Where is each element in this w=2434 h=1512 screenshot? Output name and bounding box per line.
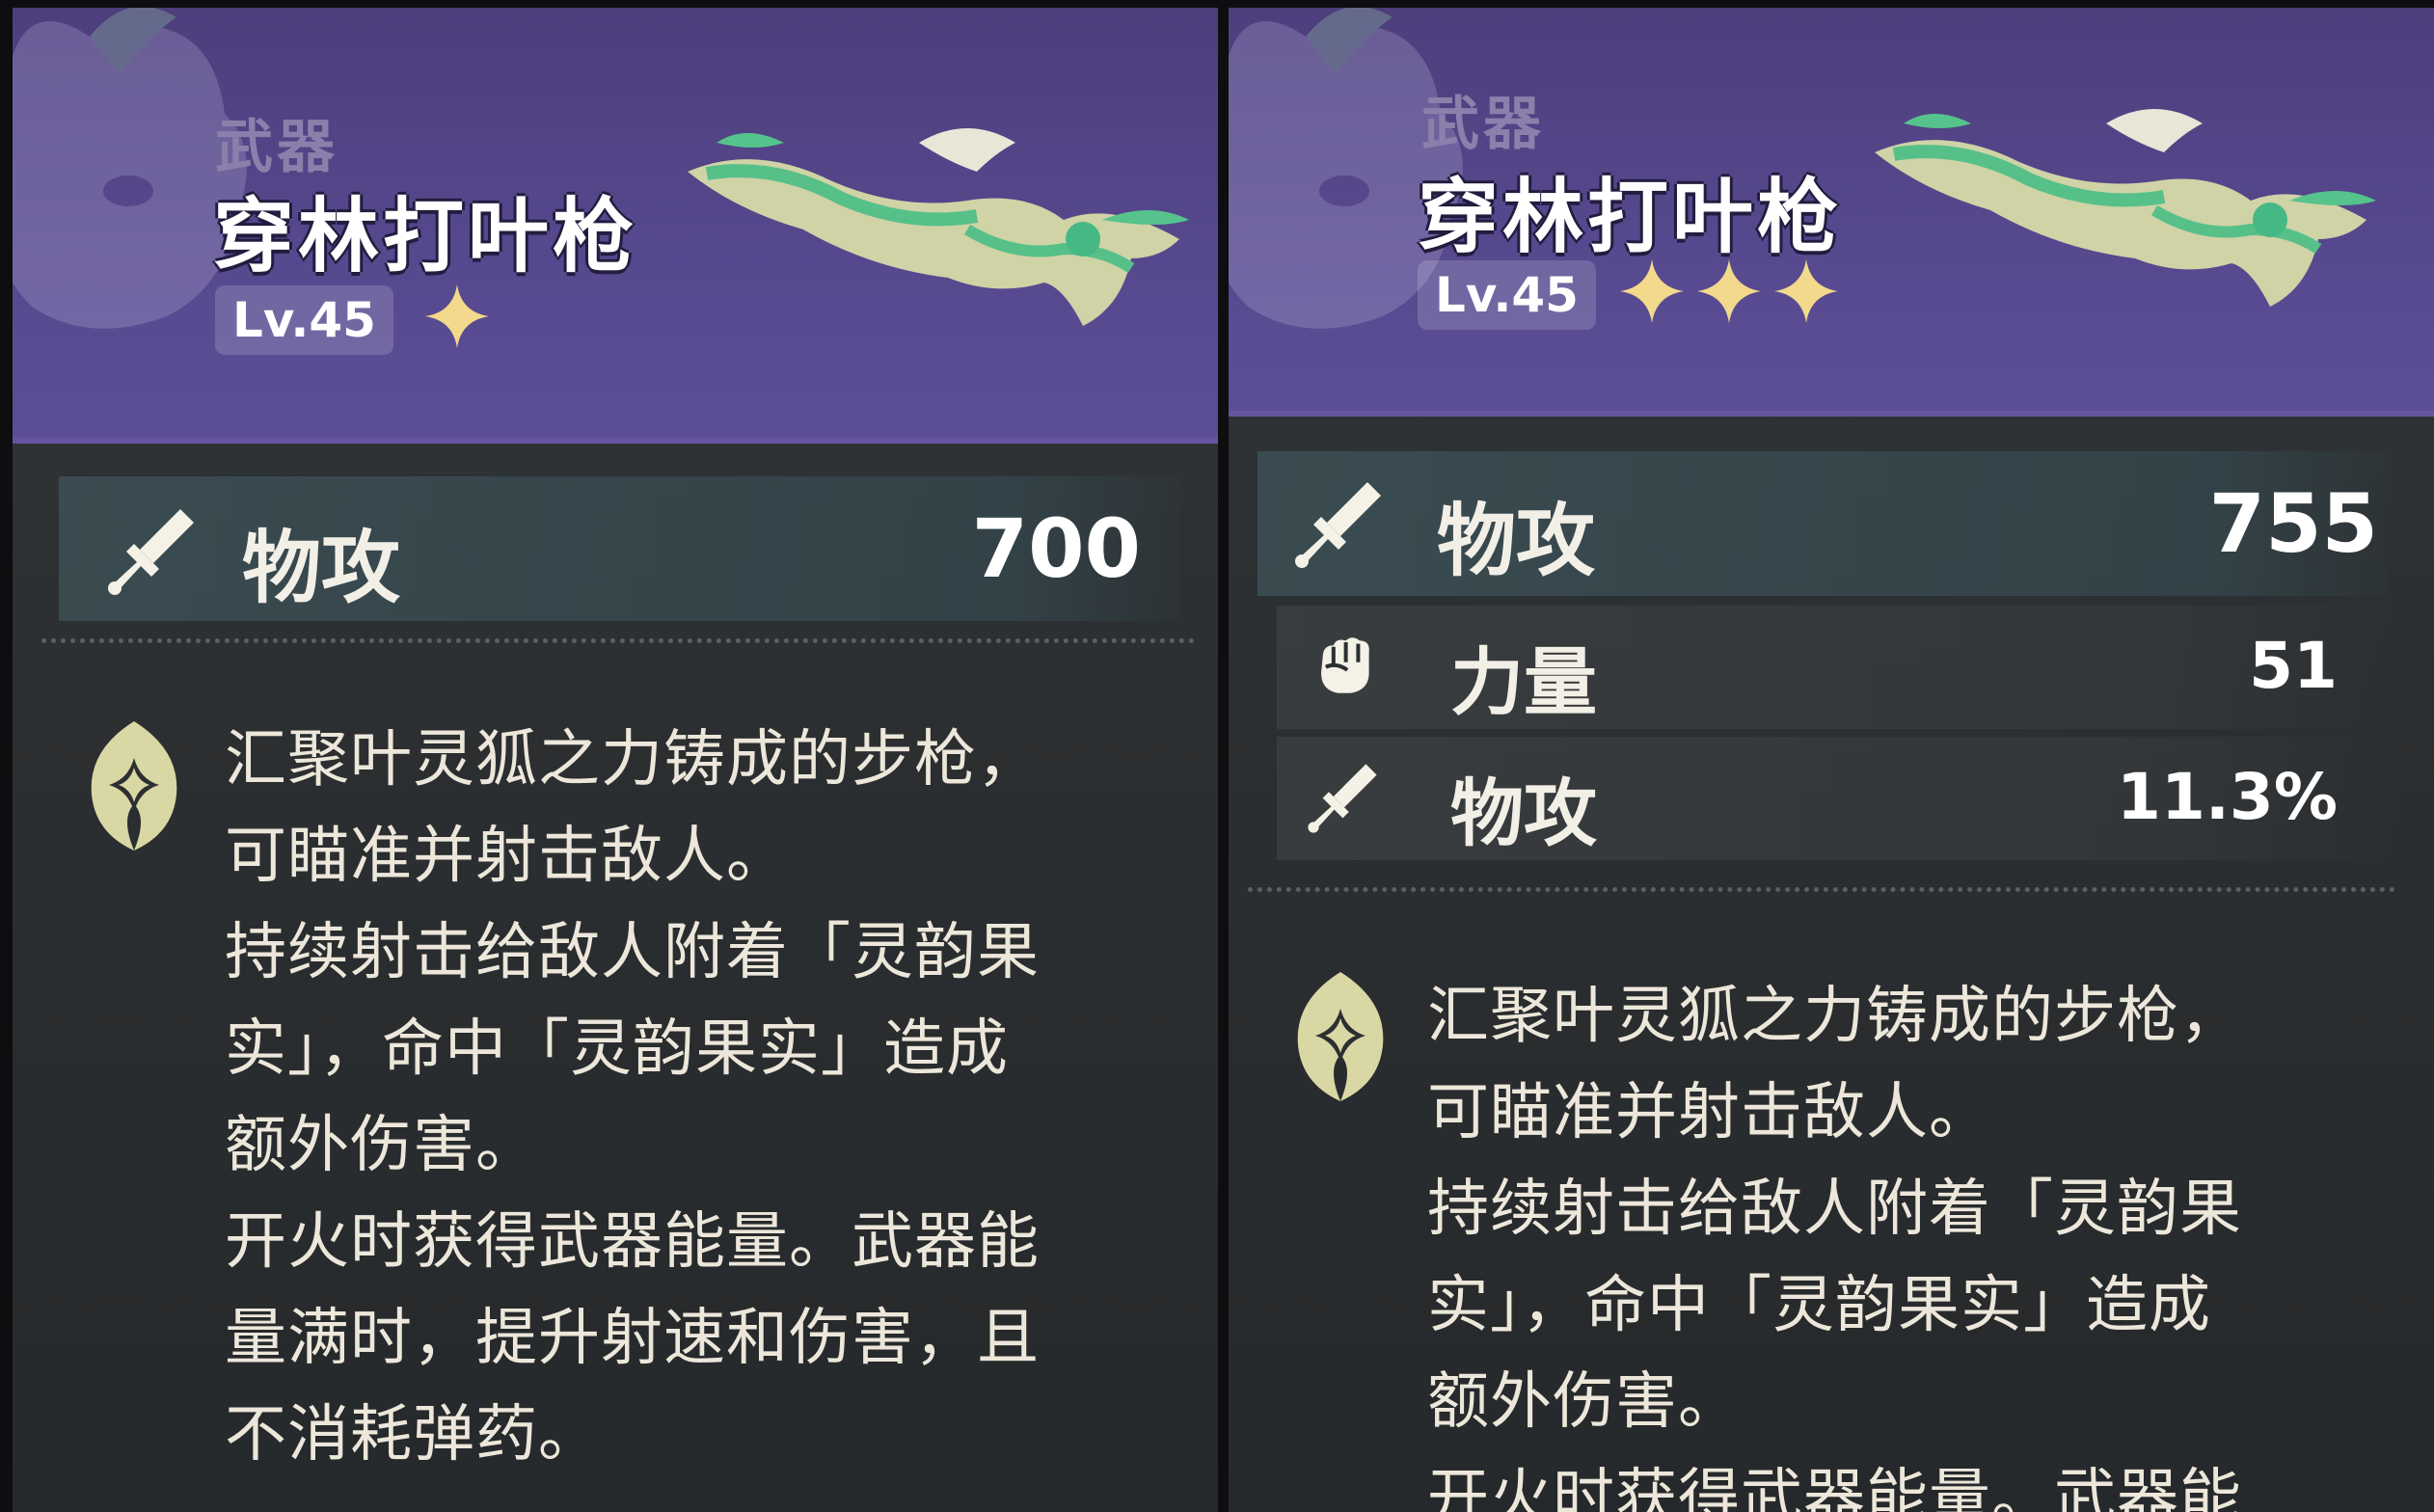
star-icon <box>1771 256 1841 326</box>
sub-stat-label: 力量 <box>1450 639 1597 725</box>
sub-stat-row: 物攻 11.3% <box>1277 737 2395 860</box>
card-header: 武器 穿林打叶枪 Lv.45 <box>1229 8 2434 417</box>
description-line: 开火时获得武器能量。武器能 <box>1427 1463 2242 1512</box>
description-line: 实」，命中「灵韵果实」造成 <box>225 1013 1009 1085</box>
sub-stat-label: 物攻 <box>1450 770 1597 856</box>
sub-stat-value: 51 <box>2249 629 2338 703</box>
weapon-name: 穿林打叶枪 <box>213 189 638 284</box>
main-stat-label: 物攻 <box>242 523 401 614</box>
main-stat-label: 物攻 <box>1437 496 1596 587</box>
sword-icon <box>105 501 202 598</box>
description-line: 汇聚叶灵狐之力铸成的步枪， <box>225 724 1040 796</box>
description-line: 实」，命中「灵韵果实」造成 <box>1427 1270 2211 1341</box>
description-line: 额外伤害。 <box>225 1110 538 1181</box>
description-line: 不消耗弹药。 <box>225 1399 601 1471</box>
card-header: 武器 穿林打叶枪 Lv.45 <box>13 8 1218 444</box>
star-icon <box>1694 256 1764 326</box>
leaf-emblem-icon <box>1283 962 1398 1107</box>
weapon-image <box>678 114 1199 345</box>
description-line: 可瞄准并射击敌人。 <box>225 821 789 892</box>
star-rating <box>422 282 492 351</box>
level-badge: Lv.45 <box>215 285 393 355</box>
description-line: 额外伤害。 <box>1427 1366 1741 1438</box>
sub-stat-value: 11.3% <box>2117 760 2338 834</box>
divider <box>41 638 1195 643</box>
main-stat-row: 物攻 700 <box>59 476 1179 621</box>
star-icon <box>1617 256 1687 326</box>
level-badge: Lv.45 <box>1418 260 1596 330</box>
weapon-image <box>1865 94 2386 326</box>
star-rating <box>1617 256 1841 326</box>
weapon-card-left: 武器 穿林打叶枪 Lv.45 物攻 700 汇聚叶灵狐之力铸成的步枪， 可瞄准并… <box>13 8 1218 1512</box>
weapon-description: 汇聚叶灵狐之力铸成的步枪， 可瞄准并射击敌人。 持续射击给敌人附着「灵韵果 实」… <box>1427 968 2411 1512</box>
divider <box>1248 887 2395 892</box>
description-line: 开火时获得武器能量。武器能 <box>225 1206 1040 1278</box>
description-line: 可瞄准并射击敌人。 <box>1427 1077 1991 1148</box>
fist-icon <box>1306 627 1383 704</box>
sword-icon <box>1292 474 1389 571</box>
sword-icon <box>1306 758 1383 835</box>
main-stat-value: 700 <box>971 501 1141 596</box>
main-stat-value: 755 <box>2208 476 2378 571</box>
item-category: 武器 <box>1421 91 1545 158</box>
star-icon <box>422 282 492 351</box>
description-line: 持续射击给敌人附着「灵韵果 <box>225 917 1040 988</box>
weapon-card-right: 武器 穿林打叶枪 Lv.45 物攻 755 力量 51 物攻 11.3% 汇聚叶… <box>1229 8 2434 1512</box>
description-line: 量满时，提升射速和伤害，且 <box>225 1303 1040 1374</box>
weapon-description: 汇聚叶灵狐之力铸成的步枪， 可瞄准并射击敌人。 持续射击给敌人附着「灵韵果 实」… <box>225 712 1189 1483</box>
description-line: 持续射击给敌人附着「灵韵果 <box>1427 1174 2242 1245</box>
main-stat-row: 物攻 755 <box>1258 451 2386 596</box>
sub-stat-row: 力量 51 <box>1277 606 2395 729</box>
weapon-name: 穿林打叶枪 <box>1418 170 1843 264</box>
leaf-emblem-icon <box>76 712 192 856</box>
description-line: 汇聚叶灵狐之力铸成的步枪， <box>1427 981 2242 1052</box>
